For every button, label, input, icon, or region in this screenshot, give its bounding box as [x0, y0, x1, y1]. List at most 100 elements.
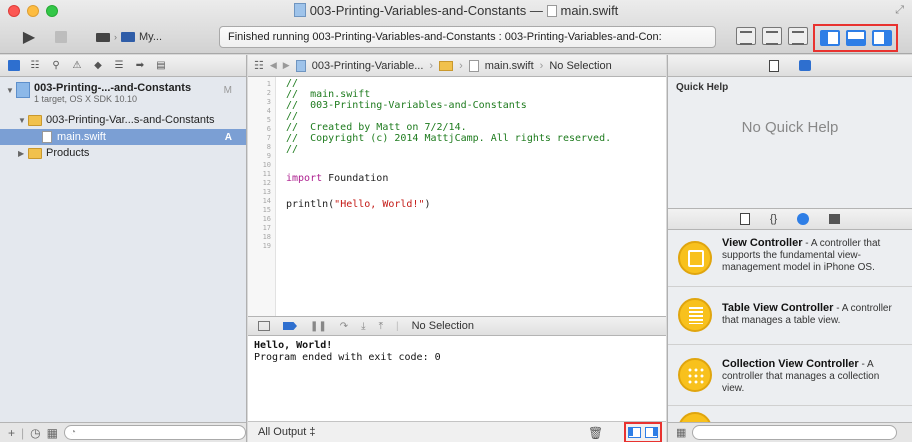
step-out-icon[interactable]: ⤒ [379, 321, 383, 332]
code-line[interactable]: // [286, 78, 298, 89]
debug-selection-label[interactable]: No Selection [412, 320, 474, 332]
file-inspector-tab-icon[interactable] [769, 59, 779, 72]
find-navigator-tab-icon[interactable]: ⚲ [50, 60, 62, 71]
code-line[interactable]: import Foundation [286, 173, 388, 184]
hide-debug-area-icon[interactable] [258, 321, 270, 331]
toggle-navigator-button[interactable] [819, 30, 840, 46]
line-number: 15 [262, 206, 271, 214]
debug-navigator-tab-icon[interactable]: ☰ [113, 60, 125, 71]
library-filter-input[interactable] [692, 425, 898, 440]
library-item-view-controller[interactable]: View Controller - A controller that supp… [668, 231, 912, 287]
code-snippet-library-icon[interactable]: {} [770, 213, 777, 225]
back-arrow-icon[interactable]: ◀ [270, 60, 277, 71]
chevron-right-icon: › [459, 59, 463, 72]
library-filter-bar: ▦ [668, 422, 912, 442]
toggle-debug-area-button[interactable] [845, 30, 866, 46]
project-navigator-tab-icon[interactable] [8, 60, 20, 71]
scheme-selector[interactable]: › My... [96, 29, 162, 45]
window-title: 003-Printing-Variables-and-Constants — m… [0, 3, 912, 18]
grid-view-icon[interactable]: ▦ [676, 426, 686, 439]
table-view-controller-icon [678, 298, 712, 332]
line-number: 13 [262, 188, 271, 196]
symbol-navigator-tab-icon[interactable]: ☷ [29, 60, 41, 71]
code-line[interactable]: // 003-Printing-Variables-and-Constants [286, 100, 527, 111]
line-number: 14 [262, 197, 271, 205]
related-items-icon[interactable]: ☷ [254, 59, 264, 72]
file-row-main-swift[interactable]: main.swift A [0, 129, 246, 145]
scheme-icon [96, 32, 110, 42]
console-footer: All Output ‡ 🗑 [248, 421, 666, 442]
folder-icon [28, 114, 42, 126]
forward-arrow-icon[interactable]: ▶ [283, 60, 290, 71]
library-item-partial[interactable] [668, 407, 912, 422]
output-filter-popup[interactable]: All Output ‡ [258, 426, 315, 438]
toggle-utilities-button[interactable] [871, 30, 892, 46]
run-button[interactable]: ▶ [18, 26, 40, 48]
breakpoint-navigator-tab-icon[interactable]: ➡ [134, 60, 146, 71]
swift-file-icon [546, 5, 557, 17]
step-into-icon[interactable]: ⤓ [361, 321, 365, 332]
code-line[interactable]: // Copyright (c) 2014 MattjCamp. All rig… [286, 133, 611, 144]
line-number: 6 [266, 125, 271, 133]
line-number: 9 [266, 152, 271, 160]
quick-help-empty-label: No Quick Help [741, 119, 839, 136]
standard-editor-button[interactable] [736, 27, 756, 45]
line-number: 4 [266, 107, 271, 115]
line-number: 12 [262, 179, 271, 187]
console-line: Hello, World! [254, 340, 333, 351]
library-item-table-view-controller[interactable]: Table View Controller - A controller tha… [668, 288, 912, 345]
line-number: 5 [266, 116, 271, 124]
jump-bar-project[interactable]: 003-Printing-Variable... [312, 60, 424, 72]
code-line[interactable]: // main.swift [286, 89, 370, 100]
scm-filter-icon[interactable]: ▦ [47, 426, 58, 440]
stop-button[interactable] [52, 26, 70, 48]
window-toolbar: 003-Printing-Variables-and-Constants — m… [0, 0, 912, 54]
navigator-filter-bar: + | ◷ ▦ ◔ [0, 422, 246, 442]
console-line: Program ended with exit code: 0 [254, 352, 441, 363]
test-navigator-tab-icon[interactable]: ◆ [92, 60, 104, 71]
trash-icon[interactable]: 🗑 [588, 426, 603, 440]
disclosure-open-icon[interactable]: ▼ [18, 116, 28, 125]
quick-help-title: Quick Help [676, 82, 729, 93]
code-line[interactable]: // [286, 144, 298, 155]
line-number-gutter: 1 2 3 4 5 6 7 8 9 10 11 12 13 14 15 16 1… [248, 77, 276, 316]
log-navigator-tab-icon[interactable]: ▤ [155, 60, 167, 71]
products-row[interactable]: ▶ Products [0, 145, 246, 161]
pause-icon[interactable]: ❚❚ [310, 321, 327, 332]
project-row[interactable]: ▼ 003-Printing-...-and-Constants 1 targe… [0, 82, 246, 112]
code-line[interactable]: println("Hello, World!") [286, 199, 431, 210]
recent-files-icon[interactable]: ◷ [30, 426, 40, 440]
show-console-view-button[interactable] [645, 427, 658, 438]
object-library-icon[interactable] [797, 213, 810, 225]
console-output[interactable]: Hello, World! Program ended with exit co… [248, 336, 666, 421]
fullscreen-icon[interactable]: ⤢ [895, 4, 904, 17]
version-editor-button[interactable] [788, 27, 808, 45]
issue-navigator-tab-icon[interactable]: ⚠ [71, 60, 83, 71]
quick-help-tab-icon[interactable] [799, 60, 811, 71]
folder-icon[interactable] [439, 60, 454, 71]
navigator-filter-input[interactable]: ◔ [63, 425, 246, 440]
breakpoints-toggle-icon[interactable] [283, 322, 297, 330]
disclosure-closed-icon[interactable]: ▶ [18, 149, 28, 158]
code-line[interactable]: // [286, 111, 298, 122]
utilities-area: Quick Help No Quick Help {} View Control… [667, 55, 912, 442]
assistant-editor-button[interactable] [762, 27, 782, 45]
jump-bar-selection[interactable]: No Selection [549, 60, 611, 72]
library-item-icon [678, 412, 712, 422]
inspector-tab-bar [668, 55, 912, 77]
group-row[interactable]: ▼ 003-Printing-Var...s-and-Constants [0, 112, 246, 128]
line-number: 10 [262, 161, 271, 169]
library-item-collection-view-controller[interactable]: Collection View Controller - A controlle… [668, 346, 912, 406]
file-template-library-icon[interactable] [739, 213, 750, 225]
step-over-icon[interactable]: ↷ [340, 321, 348, 332]
media-library-icon[interactable] [829, 214, 841, 224]
debug-split-toggle-group [624, 422, 662, 442]
line-number: 3 [266, 98, 271, 106]
navigator-tab-bar: ☷ ⚲ ⚠ ◆ ☰ ➡ ▤ [0, 55, 246, 77]
show-variables-view-button[interactable] [628, 427, 641, 438]
jump-bar-file[interactable]: main.swift [485, 60, 534, 72]
disclosure-open-icon[interactable]: ▼ [6, 86, 16, 95]
device-icon [121, 32, 135, 42]
add-icon[interactable]: + [8, 426, 15, 440]
code-line[interactable]: // Created by Matt on 7/2/14. [286, 122, 467, 133]
